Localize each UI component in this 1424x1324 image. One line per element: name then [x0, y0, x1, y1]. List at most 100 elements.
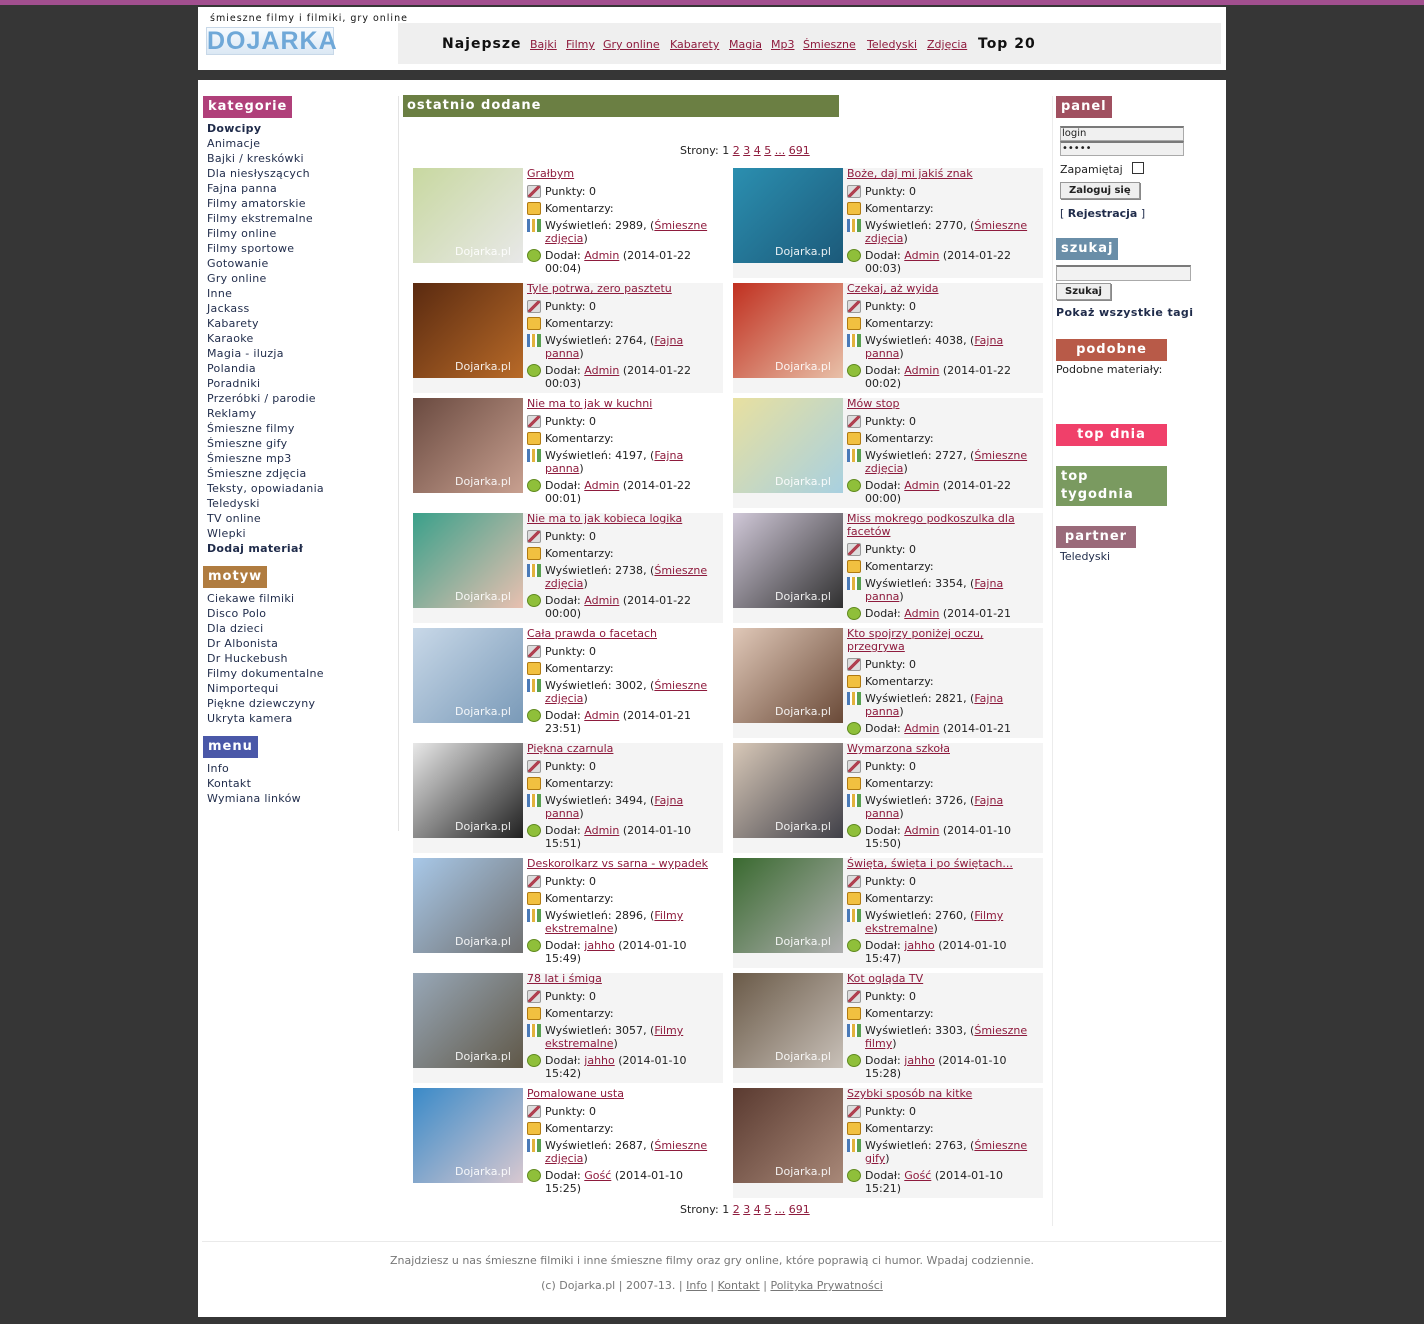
pager-page-link[interactable]: 2: [733, 144, 740, 157]
sidebar-item-teledyski[interactable]: Teledyski: [203, 496, 393, 511]
nav-link-magia[interactable]: Magia: [729, 38, 762, 51]
item-thumbnail[interactable]: Dojarka.pl: [413, 628, 523, 723]
remember-checkbox[interactable]: [1132, 162, 1145, 174]
sidebar-item-filmy-amatorskie[interactable]: Filmy amatorskie: [203, 196, 393, 211]
search-input[interactable]: [1056, 265, 1191, 281]
nav-link-smieszne[interactable]: Śmieszne: [803, 38, 856, 51]
item-title-link[interactable]: Nie ma to jak w kuchni: [527, 397, 721, 410]
item-thumbnail[interactable]: Dojarka.pl: [733, 858, 843, 953]
sidebar-item-śmieszne-mp3[interactable]: Śmieszne mp3: [203, 451, 393, 466]
item-thumbnail[interactable]: Dojarka.pl: [413, 398, 523, 493]
sidebar-item-śmieszne-gify[interactable]: Śmieszne gify: [203, 436, 393, 451]
item-title-link[interactable]: Święta, święta i po świętach...: [847, 857, 1041, 870]
user-link[interactable]: Admin: [584, 249, 619, 262]
item-thumbnail[interactable]: Dojarka.pl: [733, 973, 843, 1068]
item-thumbnail[interactable]: Dojarka.pl: [413, 973, 523, 1068]
user-link[interactable]: jahho: [584, 1054, 614, 1067]
pager-page-link[interactable]: 691: [789, 144, 810, 157]
nav-best-label[interactable]: Najepsze: [442, 36, 521, 52]
nav-link-kabarety[interactable]: Kabarety: [670, 38, 719, 51]
user-link[interactable]: Gość: [584, 1169, 611, 1182]
footer-link-info[interactable]: Info: [686, 1279, 707, 1292]
sidebar-item-przeróbki-parodie[interactable]: Przeróbki / parodie: [203, 391, 393, 406]
sidebar-item-dowcipy[interactable]: Dowcipy: [203, 121, 393, 136]
item-thumbnail[interactable]: Dojarka.pl: [733, 628, 843, 723]
sidebar-item-wlepki[interactable]: Wlepki: [203, 526, 393, 541]
item-thumbnail[interactable]: Dojarka.pl: [733, 513, 843, 608]
item-title-link[interactable]: Czekaj, aż wyida: [847, 282, 1041, 295]
sidebar-item-jackass[interactable]: Jackass: [203, 301, 393, 316]
item-title-link[interactable]: Piękna czarnula: [527, 742, 721, 755]
nav-link-bajki[interactable]: Bajki: [530, 38, 557, 51]
item-title-link[interactable]: Grałbym: [527, 167, 721, 180]
search-button[interactable]: Szukaj: [1056, 283, 1111, 300]
nav-link-mp3[interactable]: Mp3: [771, 38, 794, 51]
sidebar-item-fajna-panna[interactable]: Fajna panna: [203, 181, 393, 196]
pager-page-link[interactable]: 5: [764, 1203, 771, 1216]
user-link[interactable]: jahho: [584, 939, 614, 952]
user-link[interactable]: Gość: [904, 1169, 931, 1182]
item-title-link[interactable]: Tyle potrwa, zero pasztetu: [527, 282, 721, 295]
pager-page-link[interactable]: 3: [743, 144, 750, 157]
item-thumbnail[interactable]: Dojarka.pl: [733, 398, 843, 493]
sidebar-item-gry-online[interactable]: Gry online: [203, 271, 393, 286]
item-title-link[interactable]: 78 lat i śmiga: [527, 972, 721, 985]
item-title-link[interactable]: Szybki sposób na kitke: [847, 1087, 1041, 1100]
user-link[interactable]: Admin: [584, 364, 619, 377]
pager-page-link[interactable]: 3: [743, 1203, 750, 1216]
user-link[interactable]: Admin: [904, 364, 939, 377]
item-title-link[interactable]: Boże, daj mi jakiś znak: [847, 167, 1041, 180]
sidebar-item-tv-online[interactable]: TV online: [203, 511, 393, 526]
sidebar-item-gotowanie[interactable]: Gotowanie: [203, 256, 393, 271]
register-link[interactable]: Rejestracja: [1068, 207, 1138, 220]
partner-link-teledyski[interactable]: Teledyski: [1060, 550, 1216, 563]
sidebar-item-dla-niesłyszących[interactable]: Dla niesłyszących: [203, 166, 393, 181]
item-thumbnail[interactable]: Dojarka.pl: [733, 743, 843, 838]
login-button[interactable]: Zaloguj się: [1060, 182, 1140, 199]
sidebar-item-animacje[interactable]: Animacje: [203, 136, 393, 151]
sidebar-item-bajki-kreskówki[interactable]: Bajki / kreskówki: [203, 151, 393, 166]
sidebar-item-filmy-ekstremalne[interactable]: Filmy ekstremalne: [203, 211, 393, 226]
item-thumbnail[interactable]: Dojarka.pl: [413, 513, 523, 608]
sidebar-item-filmy-online[interactable]: Filmy online: [203, 226, 393, 241]
pager-page-link[interactable]: 691: [789, 1203, 810, 1216]
sidebar-item-disco-polo[interactable]: Disco Polo: [203, 606, 393, 621]
sidebar-item-dodaj-materiał[interactable]: Dodaj materiał: [203, 541, 393, 556]
user-link[interactable]: Admin: [904, 722, 939, 735]
sidebar-item-info[interactable]: Info: [203, 761, 393, 776]
password-input[interactable]: •••••: [1060, 141, 1184, 156]
sidebar-item-dr-albonista[interactable]: Dr Albonista: [203, 636, 393, 651]
sidebar-item-ukryta-kamera[interactable]: Ukryta kamera: [203, 711, 393, 726]
item-title-link[interactable]: Kto spojrzy poniżej oczu, przegrywa: [847, 627, 1041, 653]
user-link[interactable]: Admin: [584, 709, 619, 722]
user-link[interactable]: Admin: [584, 594, 619, 607]
user-link[interactable]: Admin: [904, 824, 939, 837]
sidebar-item-nimportequi[interactable]: Nimportequi: [203, 681, 393, 696]
pager-page-link[interactable]: ...: [775, 1203, 786, 1216]
sidebar-item-śmieszne-filmy[interactable]: Śmieszne filmy: [203, 421, 393, 436]
pager-page-link[interactable]: 4: [754, 1203, 761, 1216]
item-title-link[interactable]: Deskorolkarz vs sarna - wypadek: [527, 857, 721, 870]
nav-top20[interactable]: Top 20: [978, 36, 1036, 52]
item-thumbnail[interactable]: Dojarka.pl: [413, 858, 523, 953]
item-title-link[interactable]: Kot ogląda TV: [847, 972, 1041, 985]
sidebar-item-magia-iluzja[interactable]: Magia - iluzja: [203, 346, 393, 361]
sidebar-item-dr-huckebush[interactable]: Dr Huckebush: [203, 651, 393, 666]
user-link[interactable]: jahho: [904, 939, 934, 952]
sidebar-item-inne[interactable]: Inne: [203, 286, 393, 301]
pager-page-link[interactable]: ...: [775, 144, 786, 157]
user-link[interactable]: jahho: [904, 1054, 934, 1067]
top-dnia-heading[interactable]: top dnia: [1056, 424, 1167, 446]
user-link[interactable]: Admin: [904, 479, 939, 492]
nav-link-zdjecia[interactable]: Zdjęcia: [927, 38, 967, 51]
item-thumbnail[interactable]: Dojarka.pl: [733, 283, 843, 378]
nav-link-filmy[interactable]: Filmy: [566, 38, 595, 51]
nav-link-gry-online[interactable]: Gry online: [603, 38, 660, 51]
item-thumbnail[interactable]: Dojarka.pl: [413, 743, 523, 838]
sidebar-item-karaoke[interactable]: Karaoke: [203, 331, 393, 346]
sidebar-item-poradniki[interactable]: Poradniki: [203, 376, 393, 391]
item-title-link[interactable]: Cała prawda o facetach: [527, 627, 721, 640]
item-thumbnail[interactable]: Dojarka.pl: [413, 283, 523, 378]
pager-page-link[interactable]: 4: [754, 144, 761, 157]
item-thumbnail[interactable]: Dojarka.pl: [413, 168, 523, 263]
